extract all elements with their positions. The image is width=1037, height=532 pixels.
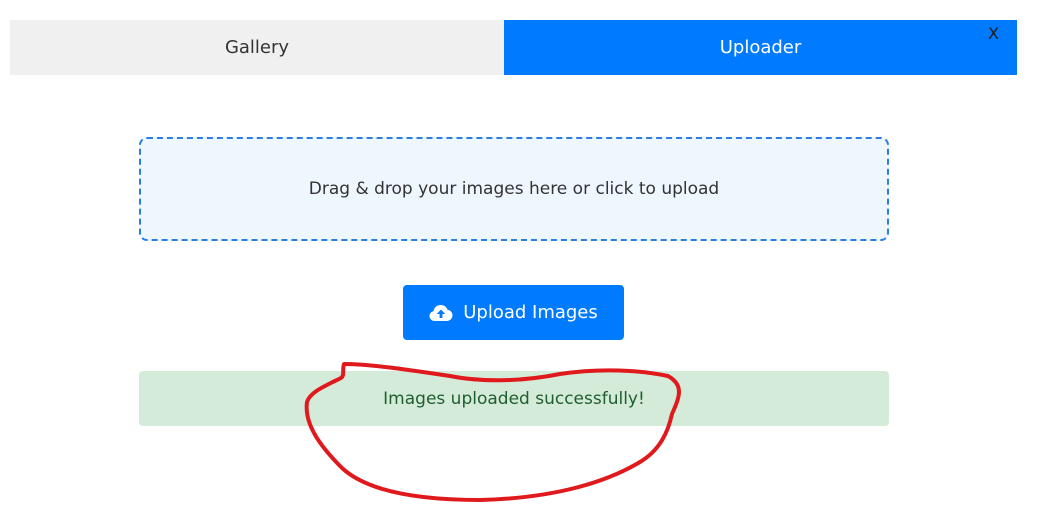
success-alert: Images uploaded successfully! — [139, 371, 889, 426]
tab-bar: Gallery Uploader — [10, 20, 1017, 75]
close-button[interactable]: X — [988, 26, 999, 42]
dropzone[interactable]: Drag & drop your images here or click to… — [139, 137, 889, 241]
red-circle-annotation — [304, 362, 681, 502]
upload-images-button[interactable]: Upload Images — [403, 285, 624, 340]
success-message: Images uploaded successfully! — [383, 388, 645, 409]
upload-button-label: Upload Images — [463, 302, 598, 323]
tab-gallery[interactable]: Gallery — [10, 20, 504, 75]
cloud-upload-icon — [429, 304, 453, 322]
dropzone-text: Drag & drop your images here or click to… — [308, 179, 720, 199]
tab-uploader[interactable]: Uploader — [504, 20, 1017, 75]
